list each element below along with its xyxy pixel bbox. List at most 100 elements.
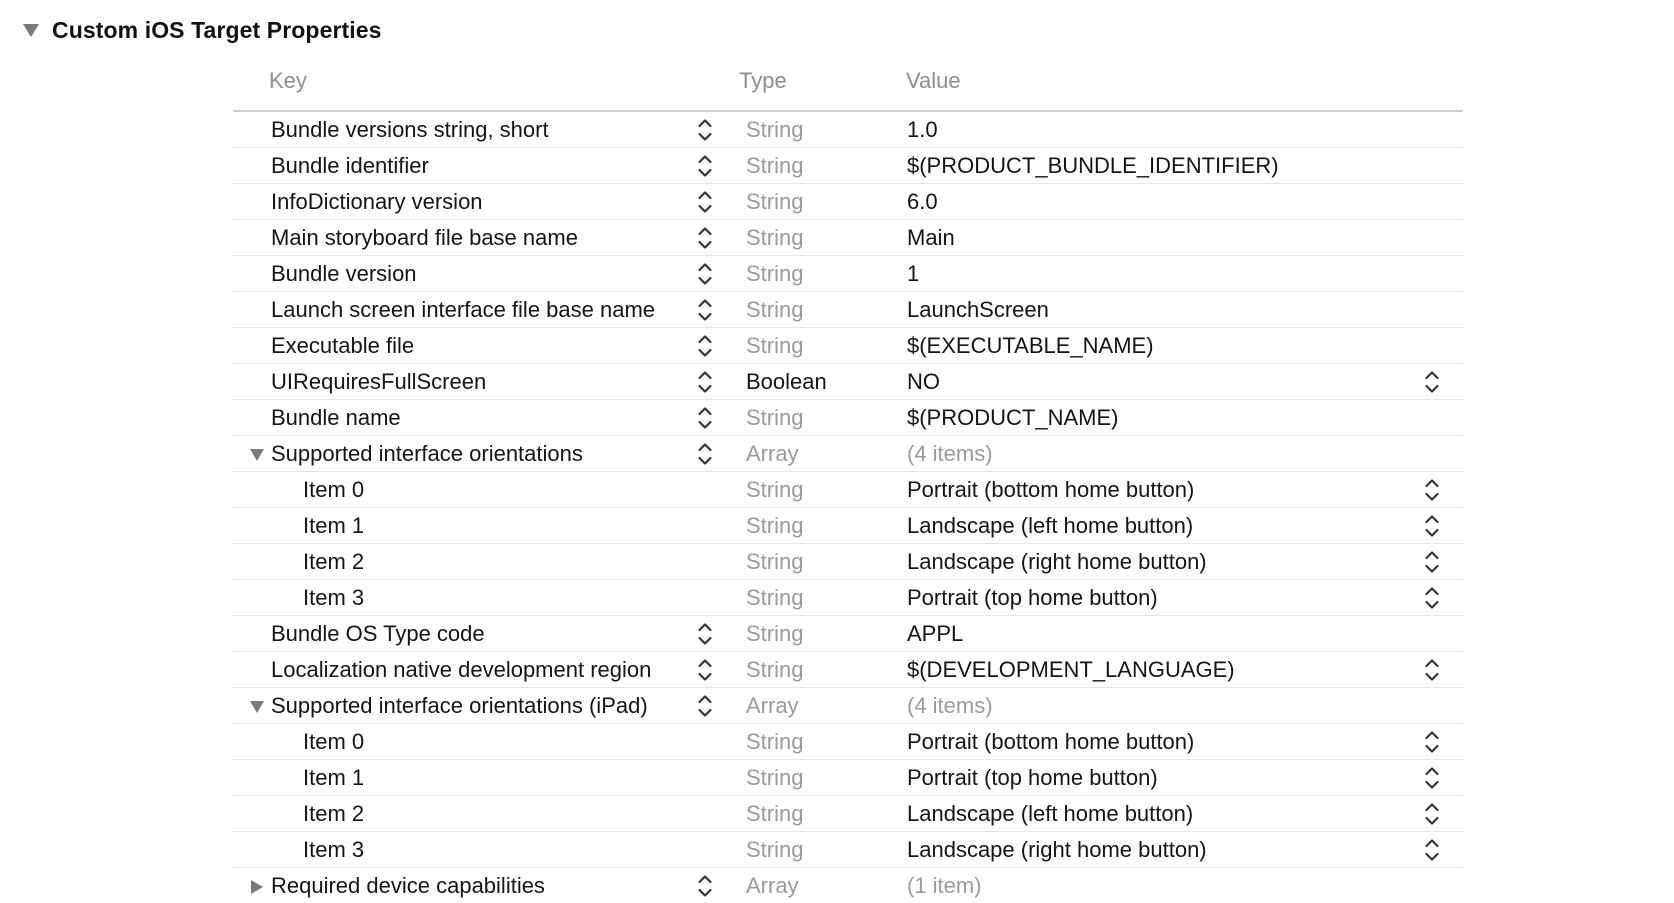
- key-cell[interactable]: Item 3: [303, 580, 364, 615]
- value-cell[interactable]: $(EXECUTABLE_NAME): [907, 328, 1154, 363]
- value-cell[interactable]: LaunchScreen: [907, 292, 1049, 327]
- value-popup-stepper-icon[interactable]: [1424, 656, 1440, 684]
- key-popup-stepper-icon[interactable]: [697, 440, 713, 468]
- property-row[interactable]: InfoDictionary version String 6.0: [233, 184, 1463, 220]
- value-cell[interactable]: Portrait (bottom home button): [907, 472, 1194, 507]
- value-popup-stepper-icon[interactable]: [1424, 476, 1440, 504]
- value-cell[interactable]: 1: [907, 256, 919, 291]
- value-cell[interactable]: APPL: [907, 616, 963, 651]
- key-cell[interactable]: Localization native development region: [271, 652, 651, 687]
- key-popup-stepper-icon[interactable]: [697, 404, 713, 432]
- key-popup-stepper-icon[interactable]: [697, 224, 713, 252]
- key-cell[interactable]: Executable file: [271, 328, 414, 363]
- type-cell[interactable]: Boolean: [746, 364, 827, 399]
- key-cell[interactable]: Supported interface orientations: [271, 436, 583, 471]
- value-cell[interactable]: Portrait (bottom home button): [907, 724, 1194, 759]
- value-cell[interactable]: Main: [907, 220, 955, 255]
- key-popup-stepper-icon[interactable]: [697, 260, 713, 288]
- key-popup-stepper-icon[interactable]: [697, 152, 713, 180]
- key-popup-stepper-icon[interactable]: [697, 872, 713, 900]
- type-cell[interactable]: String: [746, 328, 803, 363]
- type-cell[interactable]: String: [746, 256, 803, 291]
- type-cell[interactable]: String: [746, 580, 803, 615]
- key-cell[interactable]: Bundle OS Type code: [271, 616, 485, 651]
- key-cell[interactable]: Launch screen interface file base name: [271, 292, 655, 327]
- type-cell[interactable]: Array: [746, 868, 799, 903]
- key-cell[interactable]: Item 0: [303, 724, 364, 759]
- value-popup-stepper-icon[interactable]: [1424, 728, 1440, 756]
- value-cell[interactable]: Landscape (left home button): [907, 796, 1193, 831]
- array-item-row[interactable]: Item 0 String Portrait (bottom home button…: [233, 472, 1463, 508]
- type-cell[interactable]: String: [746, 400, 803, 435]
- type-cell[interactable]: String: [746, 508, 803, 543]
- property-row[interactable]: UIRequiresFullScreen Boolean NO: [233, 364, 1463, 400]
- value-cell[interactable]: $(DEVELOPMENT_LANGUAGE): [907, 652, 1235, 687]
- key-cell[interactable]: Item 0: [303, 472, 364, 507]
- key-popup-stepper-icon[interactable]: [697, 296, 713, 324]
- key-cell[interactable]: Item 1: [303, 508, 364, 543]
- key-popup-stepper-icon[interactable]: [697, 188, 713, 216]
- type-cell[interactable]: String: [746, 544, 803, 579]
- property-row[interactable]: Localization native development region St…: [233, 652, 1463, 688]
- value-cell[interactable]: NO: [907, 364, 940, 399]
- property-row[interactable]: Bundle name String $(PRODUCT_NAME): [233, 400, 1463, 436]
- property-row[interactable]: Required device capabilities Array (1 item…: [233, 868, 1463, 903]
- type-cell[interactable]: String: [746, 220, 803, 255]
- type-cell[interactable]: String: [746, 292, 803, 327]
- key-popup-stepper-icon[interactable]: [697, 332, 713, 360]
- array-item-row[interactable]: Item 3 String Portrait (top home button): [233, 580, 1463, 616]
- type-cell[interactable]: Array: [746, 688, 799, 723]
- section-header[interactable]: Custom iOS Target Properties: [22, 14, 382, 46]
- key-cell[interactable]: Supported interface orientations (iPad): [271, 688, 648, 723]
- disclosure-triangle-right-icon[interactable]: [249, 879, 265, 895]
- value-cell[interactable]: Landscape (left home button): [907, 508, 1193, 543]
- type-cell[interactable]: String: [746, 760, 803, 795]
- value-popup-stepper-icon[interactable]: [1424, 368, 1440, 396]
- disclosure-triangle-down-icon[interactable]: [249, 447, 265, 463]
- array-item-row[interactable]: Item 0 String Portrait (bottom home button…: [233, 724, 1463, 760]
- key-cell[interactable]: Item 2: [303, 544, 364, 579]
- property-row[interactable]: Main storyboard file base name String Main: [233, 220, 1463, 256]
- value-cell[interactable]: Landscape (right home button): [907, 544, 1207, 579]
- type-cell[interactable]: String: [746, 616, 803, 651]
- value-cell[interactable]: Portrait (top home button): [907, 760, 1158, 795]
- value-popup-stepper-icon[interactable]: [1424, 800, 1440, 828]
- key-cell[interactable]: InfoDictionary version: [271, 184, 483, 219]
- key-cell[interactable]: Item 1: [303, 760, 364, 795]
- property-row[interactable]: Bundle OS Type code String APPL: [233, 616, 1463, 652]
- type-cell[interactable]: String: [746, 832, 803, 867]
- property-row[interactable]: Launch screen interface file base name St…: [233, 292, 1463, 328]
- column-header-value[interactable]: Value: [906, 68, 961, 94]
- key-popup-stepper-icon[interactable]: [697, 620, 713, 648]
- value-cell[interactable]: $(PRODUCT_NAME): [907, 400, 1118, 435]
- key-popup-stepper-icon[interactable]: [697, 692, 713, 720]
- property-row[interactable]: Bundle identifier String $(PRODUCT_BUNDLE_…: [233, 148, 1463, 184]
- value-cell[interactable]: Landscape (right home button): [907, 832, 1207, 867]
- array-item-row[interactable]: Item 1 String Portrait (top home button): [233, 760, 1463, 796]
- type-cell[interactable]: String: [746, 112, 803, 147]
- array-item-row[interactable]: Item 2 String Landscape (left home button): [233, 796, 1463, 832]
- type-cell[interactable]: String: [746, 724, 803, 759]
- key-popup-stepper-icon[interactable]: [697, 368, 713, 396]
- type-cell[interactable]: String: [746, 652, 803, 687]
- column-header-type[interactable]: Type: [739, 68, 787, 94]
- type-cell[interactable]: String: [746, 184, 803, 219]
- property-row[interactable]: Supported interface orientations (iPad) A…: [233, 688, 1463, 724]
- value-cell[interactable]: 6.0: [907, 184, 938, 219]
- property-row[interactable]: Supported interface orientations Array (4 …: [233, 436, 1463, 472]
- type-cell[interactable]: String: [746, 148, 803, 183]
- value-cell[interactable]: Portrait (top home button): [907, 580, 1158, 615]
- type-cell[interactable]: String: [746, 796, 803, 831]
- value-popup-stepper-icon[interactable]: [1424, 512, 1440, 540]
- type-cell[interactable]: Array: [746, 436, 799, 471]
- array-item-row[interactable]: Item 3 String Landscape (right home button…: [233, 832, 1463, 868]
- column-header-key[interactable]: Key: [269, 68, 307, 94]
- key-cell[interactable]: Item 2: [303, 796, 364, 831]
- key-cell[interactable]: Required device capabilities: [271, 868, 545, 903]
- property-row[interactable]: Bundle versions string, short String 1.0: [233, 112, 1463, 148]
- type-cell[interactable]: String: [746, 472, 803, 507]
- value-popup-stepper-icon[interactable]: [1424, 764, 1440, 792]
- array-item-row[interactable]: Item 1 String Landscape (left home button): [233, 508, 1463, 544]
- property-row[interactable]: Bundle version String 1: [233, 256, 1463, 292]
- key-cell[interactable]: Main storyboard file base name: [271, 220, 578, 255]
